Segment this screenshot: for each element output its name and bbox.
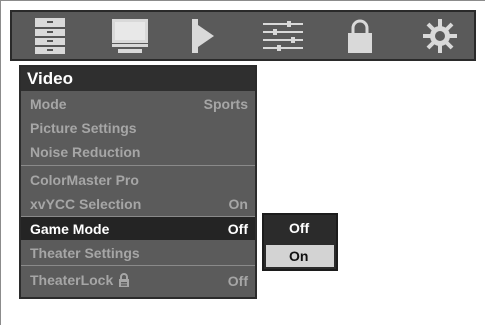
menu-item-theaterlock[interactable]: TheaterLock Off bbox=[21, 269, 255, 292]
video-menu: Video Mode Sports Picture Settings Noise… bbox=[19, 65, 257, 299]
menu-item-label: Game Mode bbox=[30, 220, 110, 237]
settings-sliders-icon[interactable] bbox=[245, 12, 321, 59]
lock-icon bbox=[118, 272, 130, 290]
menu-item-label: Mode bbox=[30, 95, 67, 112]
menu-item-noise-reduction[interactable]: Noise Reduction bbox=[21, 140, 255, 163]
speaker-icon[interactable] bbox=[167, 12, 243, 59]
menu-item-label-group: TheaterLock bbox=[30, 272, 130, 290]
menu-item-xvycc-selection[interactable]: xvYCC Selection On bbox=[21, 192, 255, 215]
menu-divider bbox=[21, 165, 255, 166]
picture-list-icon[interactable] bbox=[12, 12, 88, 59]
option-off[interactable]: Off bbox=[266, 217, 334, 239]
menu-title: Video bbox=[21, 67, 255, 91]
menu-item-label: ColorMaster Pro bbox=[30, 171, 139, 188]
menu-item-theater-settings[interactable]: Theater Settings bbox=[21, 241, 255, 264]
menu-icon-bar bbox=[10, 10, 476, 61]
menu-item-label: Noise Reduction bbox=[30, 143, 141, 160]
menu-item-picture-settings[interactable]: Picture Settings bbox=[21, 116, 255, 139]
menu-item-value: On bbox=[228, 195, 248, 212]
menu-item-value: Off bbox=[227, 220, 248, 237]
menu-item-game-mode[interactable]: Game Mode Off bbox=[21, 217, 255, 240]
gear-icon[interactable] bbox=[402, 12, 478, 59]
menu-item-value: Sports bbox=[203, 95, 248, 112]
game-mode-submenu: Off On bbox=[262, 213, 338, 271]
menu-item-label: TheaterLock bbox=[30, 271, 114, 288]
menu-item-mode[interactable]: Mode Sports bbox=[21, 92, 255, 115]
menu-item-colormaster-pro[interactable]: ColorMaster Pro bbox=[21, 168, 255, 191]
monitor-icon[interactable] bbox=[92, 12, 168, 59]
menu-item-value: Off bbox=[227, 272, 248, 289]
menu-divider bbox=[21, 265, 255, 266]
menu-item-label: Theater Settings bbox=[30, 244, 140, 261]
lock-icon[interactable] bbox=[322, 12, 398, 59]
option-on[interactable]: On bbox=[266, 245, 334, 267]
menu-item-label: xvYCC Selection bbox=[30, 195, 142, 212]
menu-item-label: Picture Settings bbox=[30, 119, 137, 136]
